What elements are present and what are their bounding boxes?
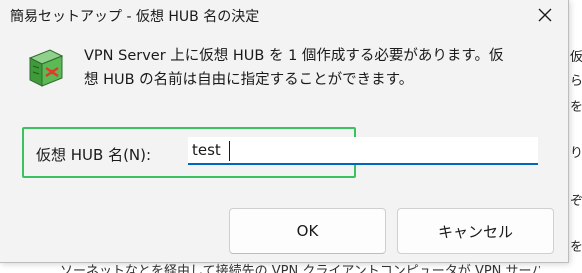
setup-dialog: 簡易セットアップ - 仮想 HUB 名の決定 VPN Server 上に仮想 H… — [0, 0, 569, 263]
dialog-title: 簡易セットアップ - 仮想 HUB 名の決定 — [10, 9, 260, 25]
background-glyph: ぞ — [570, 194, 582, 209]
title-bar[interactable]: 簡易セットアップ - 仮想 HUB 名の決定 — [0, 0, 568, 30]
text-caret — [229, 141, 230, 161]
ok-button[interactable]: OK — [229, 208, 386, 254]
close-button[interactable] — [522, 0, 568, 30]
message-line: VPN Server 上に仮想 HUB を 1 個作成する必要があります。仮 — [84, 48, 504, 64]
hub-name-input[interactable] — [188, 137, 538, 165]
background-window-edge: 仮 ら を り ぞ を — [568, 0, 582, 273]
background-glyph: ら — [570, 74, 582, 89]
instruction-message: VPN Server 上に仮想 HUB を 1 個作成する必要があります。仮 想… — [84, 44, 562, 92]
background-glyph: 仮 — [570, 50, 582, 65]
close-icon — [538, 8, 552, 22]
background-glyph: を — [570, 240, 582, 255]
hub-name-label: 仮想 HUB 名(N): — [36, 146, 152, 164]
cancel-button[interactable]: キャンセル — [397, 208, 554, 254]
message-line: 想 HUB の名前は自由に指定することができます。 — [84, 72, 414, 88]
background-glyph: を — [570, 100, 582, 115]
background-glyph: り — [570, 146, 582, 161]
vpn-hub-icon — [28, 49, 64, 87]
